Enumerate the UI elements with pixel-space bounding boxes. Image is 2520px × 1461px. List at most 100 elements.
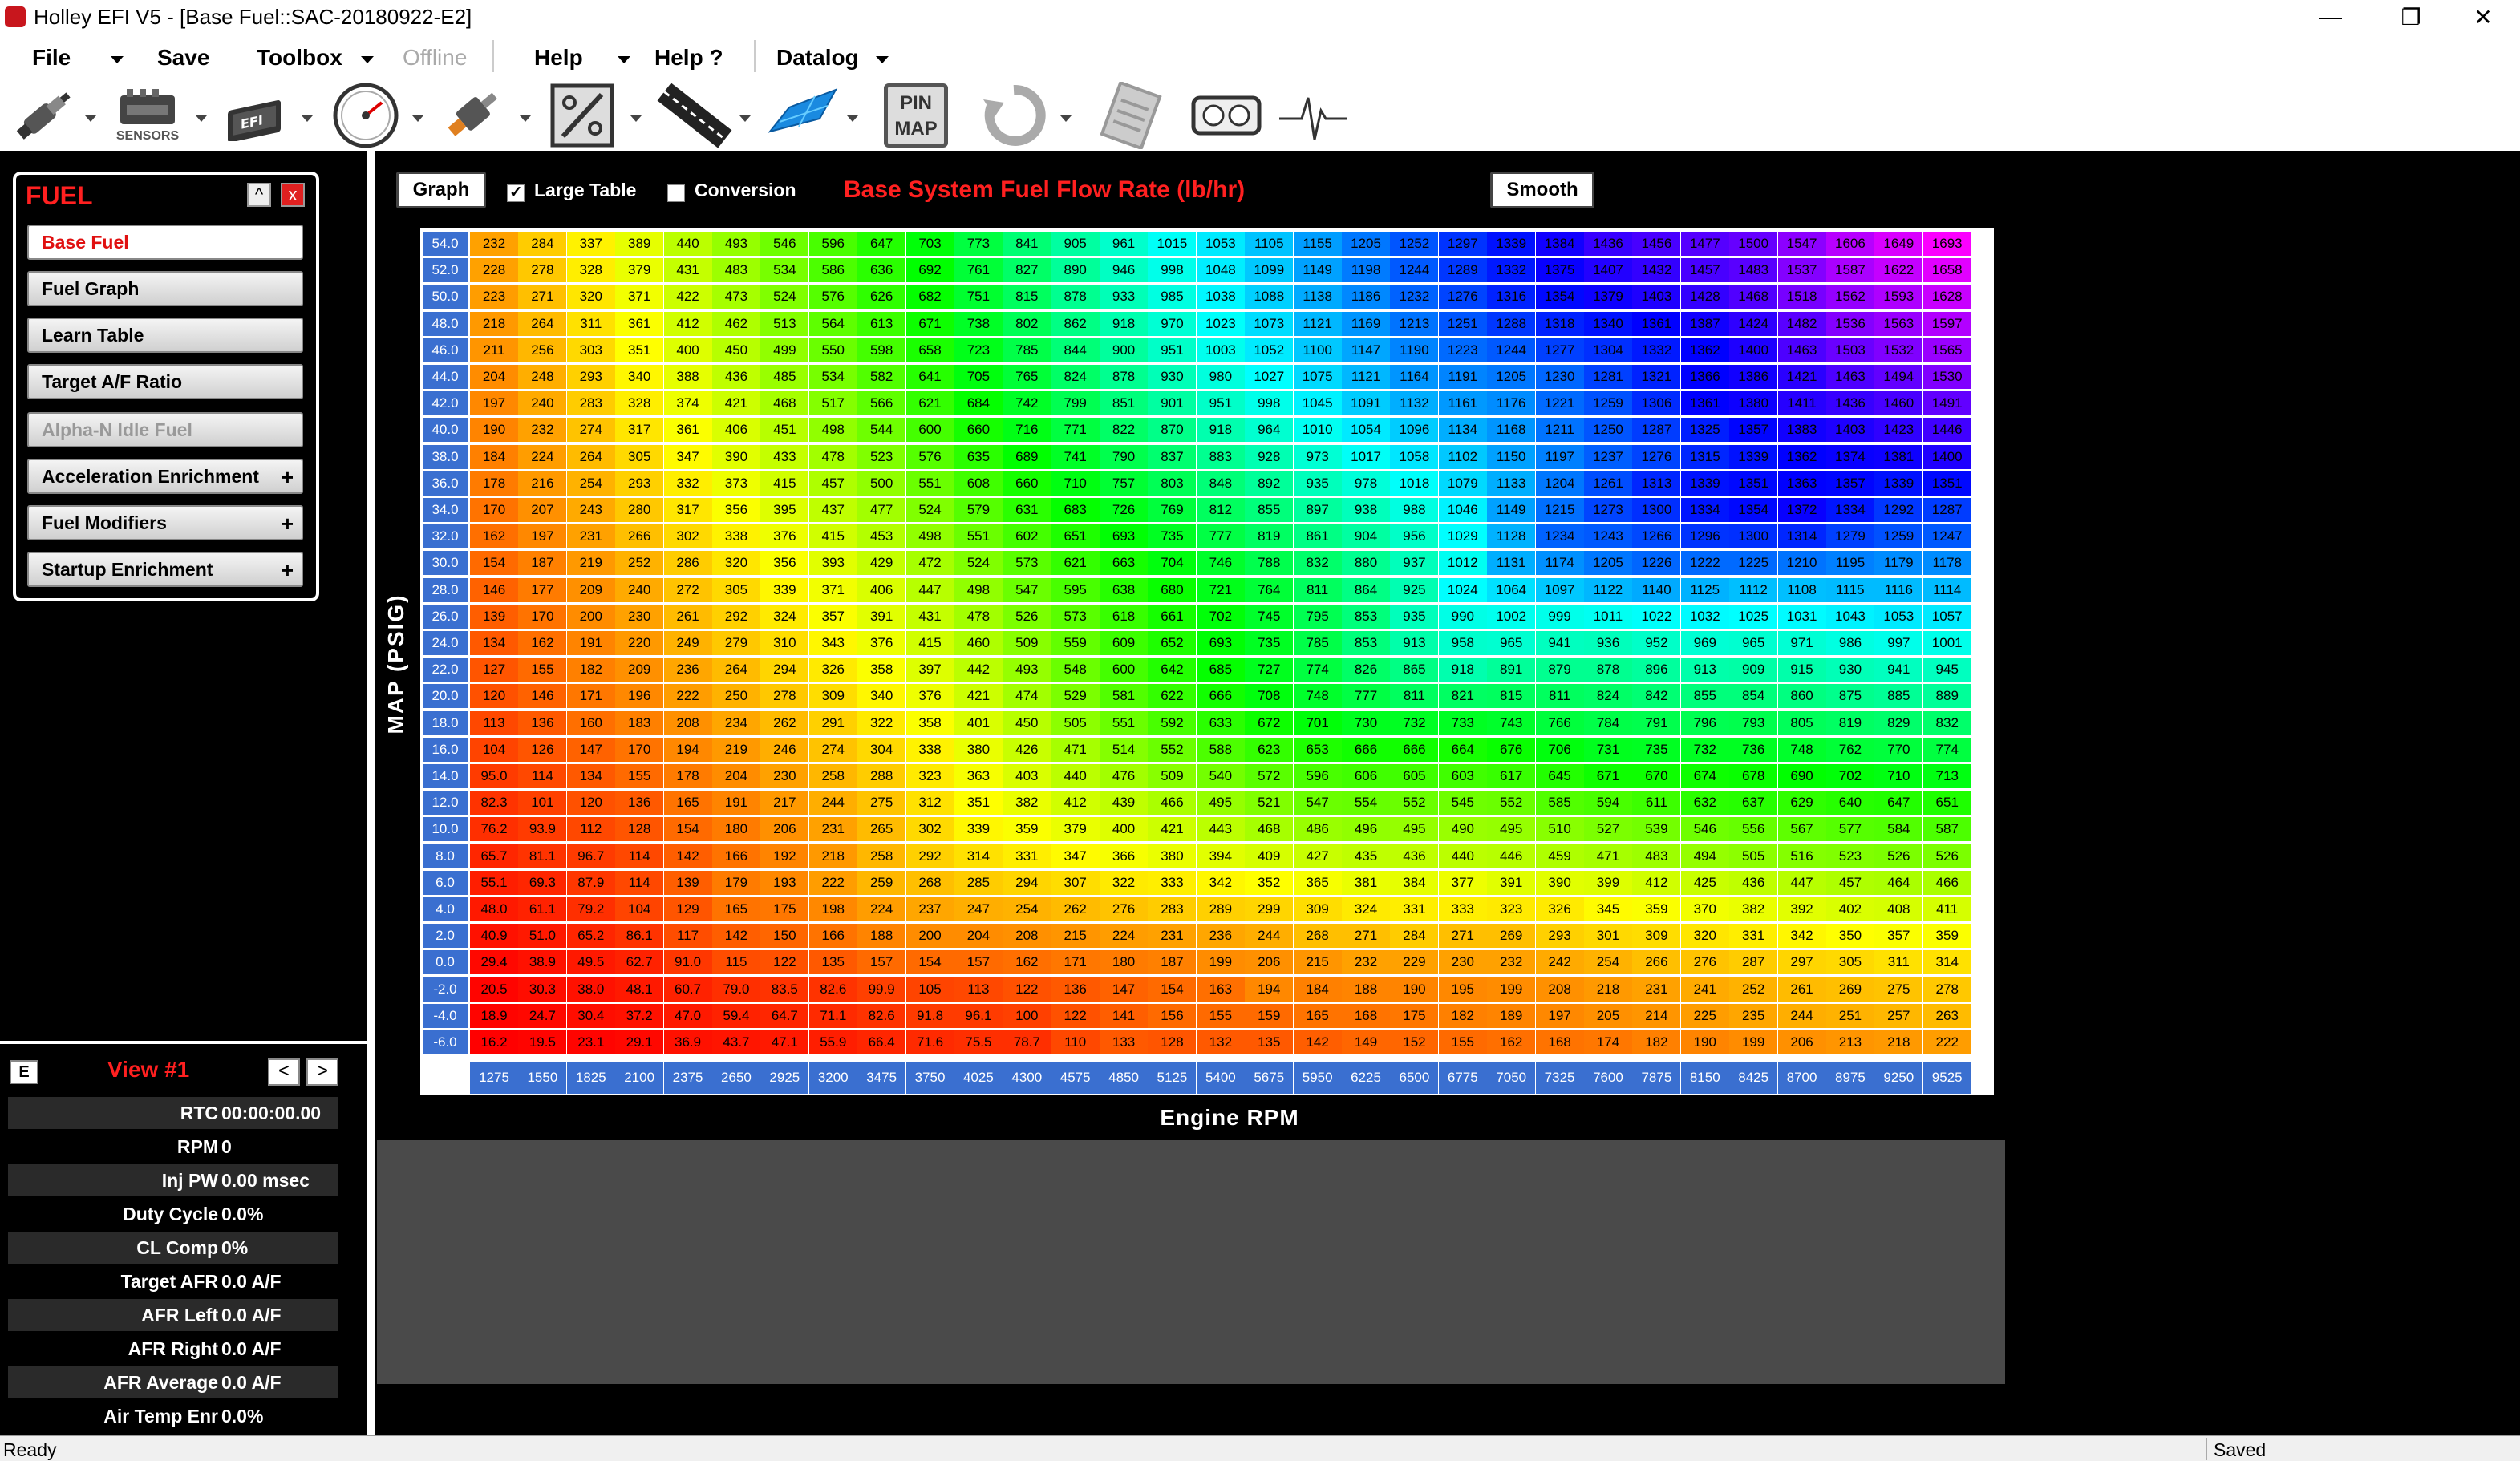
table-cell[interactable]: 464 bbox=[1874, 870, 1923, 895]
table-cell[interactable]: 241 bbox=[1680, 977, 1729, 1002]
table-cell[interactable]: 483 bbox=[711, 258, 760, 283]
table-cell[interactable]: 1001 bbox=[1922, 631, 1971, 655]
table-cell[interactable]: 376 bbox=[857, 631, 906, 655]
table-cell[interactable]: 703 bbox=[905, 232, 954, 256]
table-cell[interactable]: 815 bbox=[1003, 285, 1051, 310]
table-cell[interactable]: 180 bbox=[711, 817, 760, 842]
table-cell[interactable]: 47.1 bbox=[760, 1030, 809, 1054]
table-cell[interactable]: 1121 bbox=[1293, 311, 1342, 336]
table-cell[interactable]: 230 bbox=[1438, 950, 1487, 975]
table-cell[interactable]: 200 bbox=[905, 924, 954, 949]
table-cell[interactable]: 302 bbox=[905, 817, 954, 842]
table-cell[interactable]: 900 bbox=[1100, 338, 1149, 362]
table-cell[interactable]: 799 bbox=[1051, 391, 1100, 416]
table-cell[interactable]: 303 bbox=[566, 338, 615, 362]
table-cell[interactable]: 390 bbox=[711, 444, 760, 469]
table-cell[interactable]: 347 bbox=[1051, 844, 1100, 868]
table-cell[interactable]: 142 bbox=[1293, 1030, 1342, 1054]
table-cell[interactable]: 811 bbox=[1390, 684, 1439, 709]
table-cell[interactable]: 91.0 bbox=[663, 950, 712, 975]
table-cell[interactable]: 998 bbox=[1245, 391, 1294, 416]
table-cell[interactable]: 1054 bbox=[1342, 418, 1391, 443]
table-cell[interactable]: 1155 bbox=[1293, 232, 1342, 256]
table-cell[interactable]: 1029 bbox=[1438, 524, 1487, 549]
table-cell[interactable]: 218 bbox=[470, 311, 518, 336]
table-cell[interactable]: 925 bbox=[1390, 577, 1439, 602]
rpm-axis-cell[interactable]: 7050 bbox=[1487, 1062, 1536, 1095]
table-cell[interactable]: 632 bbox=[1680, 791, 1729, 815]
table-cell[interactable]: 272 bbox=[663, 577, 712, 602]
table-cell[interactable]: 510 bbox=[1535, 817, 1584, 842]
table-cell[interactable]: 832 bbox=[1922, 710, 1971, 735]
table-cell[interactable]: 1362 bbox=[1680, 338, 1729, 362]
table-cell[interactable]: 631 bbox=[1003, 498, 1051, 522]
table-cell[interactable]: 1500 bbox=[1729, 232, 1778, 256]
table-cell[interactable]: 436 bbox=[711, 365, 760, 389]
table-cell[interactable]: 683 bbox=[1051, 498, 1100, 522]
table-cell[interactable]: 623 bbox=[1245, 737, 1294, 762]
table-cell[interactable]: 933 bbox=[1100, 285, 1149, 310]
table-cell[interactable]: 18.9 bbox=[470, 1003, 518, 1028]
table-cell[interactable]: 1038 bbox=[1196, 285, 1245, 310]
table-cell[interactable]: 356 bbox=[711, 498, 760, 522]
nav-startup-enrichment[interactable]: Startup Enrichment + bbox=[27, 552, 303, 587]
table-cell[interactable]: 685 bbox=[1196, 658, 1245, 682]
table-cell[interactable]: 498 bbox=[905, 524, 954, 549]
table-cell[interactable]: 168 bbox=[1535, 1030, 1584, 1054]
table-cell[interactable]: 937 bbox=[1390, 551, 1439, 576]
table-cell[interactable]: 1318 bbox=[1535, 311, 1584, 336]
table-cell[interactable]: 585 bbox=[1535, 791, 1584, 815]
table-cell[interactable]: 168 bbox=[1342, 1003, 1391, 1028]
table-cell[interactable]: 930 bbox=[1825, 658, 1874, 682]
table-cell[interactable]: 777 bbox=[1342, 684, 1391, 709]
table-cell[interactable]: 1190 bbox=[1390, 338, 1439, 362]
table-cell[interactable]: 322 bbox=[1100, 870, 1149, 895]
map-axis-cell[interactable]: 12.0 bbox=[423, 791, 468, 815]
table-cell[interactable]: 1482 bbox=[1777, 311, 1826, 336]
table-cell[interactable]: 509 bbox=[1148, 764, 1197, 788]
table-cell[interactable]: 252 bbox=[1729, 977, 1778, 1002]
table-cell[interactable]: 791 bbox=[1632, 710, 1681, 735]
table-cell[interactable]: 1149 bbox=[1293, 258, 1342, 283]
table-cell[interactable]: 198 bbox=[808, 897, 857, 921]
table-cell[interactable]: 19.5 bbox=[518, 1030, 567, 1054]
table-cell[interactable]: 379 bbox=[1051, 817, 1100, 842]
table-cell[interactable]: 351 bbox=[954, 791, 1003, 815]
rpm-axis-cell[interactable]: 2375 bbox=[663, 1062, 712, 1095]
table-cell[interactable]: 618 bbox=[1100, 604, 1149, 629]
table-cell[interactable]: 261 bbox=[663, 604, 712, 629]
table-cell[interactable]: 745 bbox=[1245, 604, 1294, 629]
table-cell[interactable]: 191 bbox=[711, 791, 760, 815]
table-cell[interactable]: 999 bbox=[1535, 604, 1584, 629]
rpm-axis-cell[interactable]: 6775 bbox=[1438, 1062, 1487, 1095]
table-cell[interactable]: 376 bbox=[760, 524, 809, 549]
table-cell[interactable]: 1138 bbox=[1293, 285, 1342, 310]
table-cell[interactable]: 741 bbox=[1051, 444, 1100, 469]
table-cell[interactable]: 228 bbox=[470, 258, 518, 283]
table-cell[interactable]: 641 bbox=[905, 365, 954, 389]
table-cell[interactable]: 1361 bbox=[1680, 391, 1729, 416]
table-cell[interactable]: 1428 bbox=[1680, 285, 1729, 310]
menu-help-question[interactable]: Help ? bbox=[654, 45, 723, 71]
table-cell[interactable]: 584 bbox=[1874, 817, 1923, 842]
table-cell[interactable]: 462 bbox=[711, 311, 760, 336]
table-cell[interactable]: 505 bbox=[1729, 844, 1778, 868]
table-cell[interactable]: 556 bbox=[1729, 817, 1778, 842]
table-cell[interactable]: 980 bbox=[1196, 365, 1245, 389]
table-cell[interactable]: 139 bbox=[470, 604, 518, 629]
table-cell[interactable]: 761 bbox=[954, 258, 1003, 283]
table-cell[interactable]: 1400 bbox=[1729, 338, 1778, 362]
table-cell[interactable]: 708 bbox=[1245, 684, 1294, 709]
table-cell[interactable]: 1334 bbox=[1825, 498, 1874, 522]
table-cell[interactable]: 232 bbox=[518, 418, 567, 443]
table-cell[interactable]: 672 bbox=[1245, 710, 1294, 735]
table-cell[interactable]: 65.2 bbox=[566, 924, 615, 949]
table-cell[interactable]: 693 bbox=[1100, 524, 1149, 549]
table-cell[interactable]: 358 bbox=[857, 658, 906, 682]
table-cell[interactable]: 523 bbox=[1825, 844, 1874, 868]
table-cell[interactable]: 493 bbox=[1003, 658, 1051, 682]
rpm-axis-cell[interactable]: 3475 bbox=[857, 1062, 906, 1095]
table-cell[interactable]: 331 bbox=[1729, 924, 1778, 949]
table-cell[interactable]: 1379 bbox=[1583, 285, 1632, 310]
table-cell[interactable]: 193 bbox=[760, 870, 809, 895]
